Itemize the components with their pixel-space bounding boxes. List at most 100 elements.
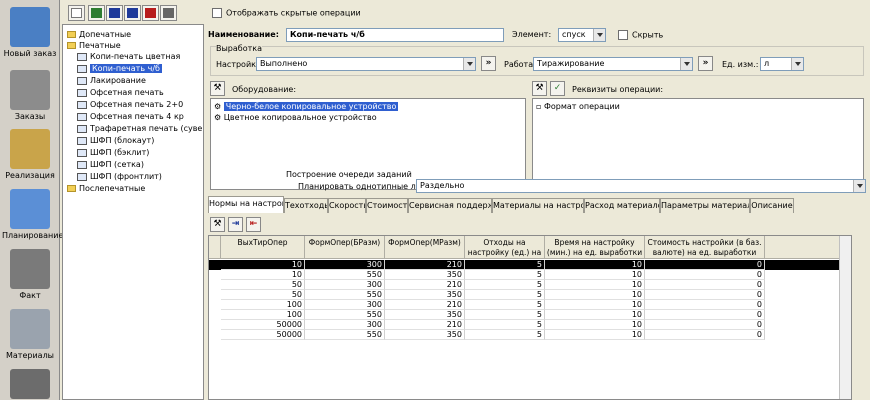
field-icon: ▫ [536, 102, 544, 111]
column-header[interactable]: Время на настройку (мин.) на ед. выработ… [545, 236, 645, 259]
sidebar-planning[interactable]: Планирование [2, 186, 64, 246]
work-label: Работа: [504, 60, 536, 69]
tools-icon: ⚒ [213, 83, 222, 93]
tab-speed[interactable]: Скорость [328, 198, 366, 213]
sidebar-sales[interactable]: Реализация [2, 126, 58, 186]
tab-material-consumption[interactable]: Расход материалов [584, 198, 660, 213]
work-more-button[interactable]: » [698, 56, 713, 71]
sidebar-item-label: Заказы [14, 112, 46, 121]
tree-item[interactable]: Офсетная печать 2+0 [77, 99, 183, 110]
plan-select[interactable]: Раздельно [416, 179, 866, 193]
table-row[interactable]: 10 550 350 5 10 0 [209, 270, 851, 280]
export-button[interactable] [124, 5, 141, 21]
tree-item-selected[interactable]: Копи-печать ч/б [77, 63, 162, 74]
operation-icon [77, 136, 87, 145]
requisites-tools-button[interactable]: ⚒ [532, 81, 547, 96]
tree-item[interactable]: Офсетная печать 4 кр [77, 111, 184, 122]
table-row[interactable]: 50000 300 210 5 10 0 [209, 320, 851, 330]
list-item[interactable]: ▫ Формат операции [536, 102, 620, 111]
show-hidden-checkbox[interactable] [212, 8, 222, 18]
setup-select[interactable]: Выполнено [256, 57, 476, 71]
import-button[interactable] [106, 5, 123, 21]
table-row[interactable]: 100 550 350 5 10 0 [209, 310, 851, 320]
hide-toggle[interactable]: Скрыть [618, 30, 663, 40]
table-row[interactable]: 50000 550 350 5 10 0 [209, 330, 851, 340]
tab-cost[interactable]: Стоимость [366, 198, 408, 213]
work-select[interactable]: Тиражирование [533, 57, 693, 71]
requisites-check-button[interactable]: ✓ [550, 81, 565, 96]
import-icon: ⇥ [231, 219, 240, 229]
sidebar-materials[interactable]: Материалы [2, 306, 58, 366]
table-export-button[interactable]: ⇤ [246, 217, 261, 232]
tree-item[interactable]: Трафаретная печать (сувенир [77, 123, 203, 134]
tab-service[interactable]: Сервисная поддержка [408, 198, 492, 213]
export-icon: ⇤ [249, 219, 258, 229]
norms-table[interactable]: ВыхТирОпер ФормОпер(БРазм) ФормОпер(МРаз… [208, 235, 852, 400]
app-window: Новый заказ Заказы Реализация Планирован… [0, 0, 870, 400]
table-row[interactable]: 100 300 210 5 10 0 [209, 300, 851, 310]
show-hidden-toggle[interactable]: Отображать скрытые операции [212, 8, 361, 18]
column-header[interactable]: ФормОпер(МРазм) [385, 236, 465, 259]
tree-item[interactable]: Офсетная печать [77, 87, 164, 98]
tree-item[interactable]: ШФП (бэклит) [77, 147, 149, 158]
equipment-tools-button[interactable]: ⚒ [210, 81, 225, 96]
new-icon [71, 8, 82, 18]
column-header[interactable]: Отходы на настройку (ед.) на ед. выработ… [465, 236, 545, 259]
operation-icon [77, 64, 87, 73]
tree-item[interactable]: Послепечатные [67, 183, 145, 194]
main-area: Отображать скрытые операции Допечатные П… [62, 0, 870, 400]
left-sidebar: Новый заказ Заказы Реализация Планирован… [0, 0, 64, 400]
column-header[interactable]: Стоимость настройки (в баз. валюте) на е… [645, 236, 765, 259]
tab-material-params[interactable]: Параметры материалов [660, 198, 750, 213]
tab-description[interactable]: Описание [750, 198, 794, 213]
tree-item[interactable]: Печатные [67, 40, 121, 51]
list-item[interactable]: ⚙ Цветное копировальное устройство [214, 113, 377, 122]
operation-icon [77, 52, 87, 61]
row-selector-header [209, 236, 221, 259]
table-tools-button[interactable]: ⚒ [210, 217, 225, 232]
operation-icon [77, 172, 87, 181]
operations-tree[interactable]: Допечатные Печатные Копи-печать цветная … [62, 24, 204, 400]
tab-setup-norms[interactable]: Нормы на настройку [208, 196, 284, 213]
tab-waste[interactable]: Техотходы [284, 198, 328, 213]
requisites-list[interactable]: ▫ Формат операции [532, 98, 864, 190]
tree-item[interactable]: Копи-печать цветная [77, 51, 180, 62]
save-button[interactable] [88, 5, 105, 21]
operation-icon [77, 112, 87, 121]
new-button[interactable] [68, 5, 85, 21]
column-header[interactable]: ФормОпер(БРазм) [305, 236, 385, 259]
sidebar-item-label: Факт [19, 291, 41, 300]
orders-icon [10, 70, 50, 110]
tree-item[interactable]: Допечатные [67, 29, 131, 40]
planning-icon [10, 189, 50, 229]
delete-button[interactable] [142, 5, 159, 21]
sidebar-extra[interactable] [2, 366, 58, 400]
table-row[interactable]: 50 300 210 5 10 0 [209, 280, 851, 290]
table-import-button[interactable]: ⇥ [228, 217, 243, 232]
tree-item[interactable]: ШФП (сетка) [77, 159, 144, 170]
sidebar-item-label: Планирование [2, 231, 64, 240]
tree-item[interactable]: ШФП (фронтлит) [77, 171, 162, 182]
import-icon [109, 8, 120, 18]
tree-item[interactable]: Лакирование [77, 75, 146, 86]
sidebar-orders[interactable]: Заказы [2, 67, 58, 127]
sidebar-new-order[interactable]: Новый заказ [2, 4, 58, 64]
name-label: Наименование: [208, 30, 279, 39]
sidebar-fact[interactable]: Факт [2, 246, 58, 306]
tab-setup-materials[interactable]: Материалы на настройку [492, 198, 584, 213]
name-input[interactable]: Копи-печать ч/б [286, 28, 504, 42]
gear-icon: ⚙ [214, 113, 224, 122]
setup-more-button[interactable]: » [481, 56, 496, 71]
element-select[interactable]: спуск [558, 28, 606, 42]
column-header[interactable]: ВыхТирОпер [221, 236, 305, 259]
table-row[interactable]: 50 550 350 5 10 0 [209, 290, 851, 300]
print-button[interactable] [160, 5, 177, 21]
tree-item[interactable]: ШФП (блокаут) [77, 135, 154, 146]
table-row[interactable]: 10 300 210 5 10 0 [209, 260, 851, 270]
operation-icon [77, 124, 87, 133]
unit-select[interactable]: л [760, 57, 804, 71]
list-item[interactable]: ⚙ Черно-белое копировальное устройство [214, 102, 399, 111]
hide-checkbox[interactable] [618, 30, 628, 40]
show-hidden-label: Отображать скрытые операции [226, 8, 361, 18]
table-scrollbar[interactable] [839, 236, 851, 399]
